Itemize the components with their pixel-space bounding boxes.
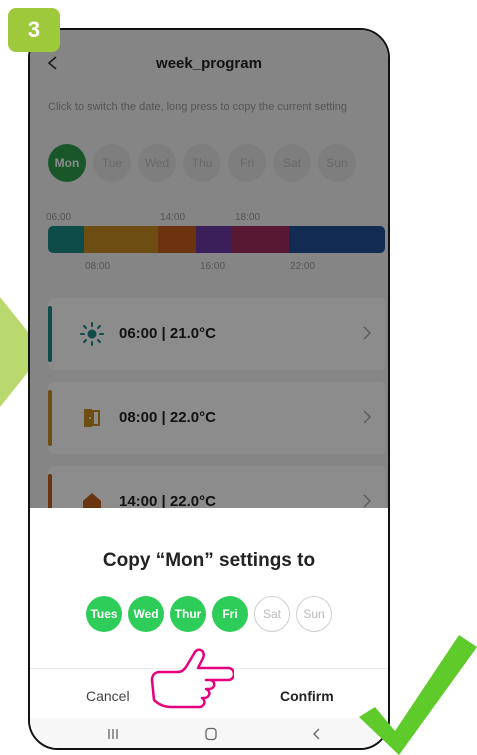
- chip-fri[interactable]: Fri: [212, 596, 248, 632]
- checkmark-icon: [359, 635, 477, 755]
- target-day-chips: Tues Wed Thur Fri Sat Sun: [30, 596, 388, 632]
- chip-tues[interactable]: Tues: [86, 596, 122, 632]
- confirm-button[interactable]: Confirm: [280, 688, 334, 704]
- chip-sun[interactable]: Sun: [296, 596, 332, 632]
- pointing-hand-icon: [150, 648, 234, 709]
- recent-apps-icon[interactable]: [106, 727, 120, 741]
- chip-sat[interactable]: Sat: [254, 596, 290, 632]
- sheet-title: Copy “Mon” settings to: [102, 550, 316, 571]
- chip-wed[interactable]: Wed: [128, 596, 164, 632]
- back-button-icon[interactable]: [310, 727, 324, 741]
- home-button-icon[interactable]: [204, 727, 218, 741]
- step-badge: 3: [8, 8, 60, 52]
- chip-thur[interactable]: Thur: [170, 596, 206, 632]
- cancel-button[interactable]: Cancel: [86, 688, 130, 704]
- app-screen: week_program Click to switch the date, l…: [30, 30, 388, 748]
